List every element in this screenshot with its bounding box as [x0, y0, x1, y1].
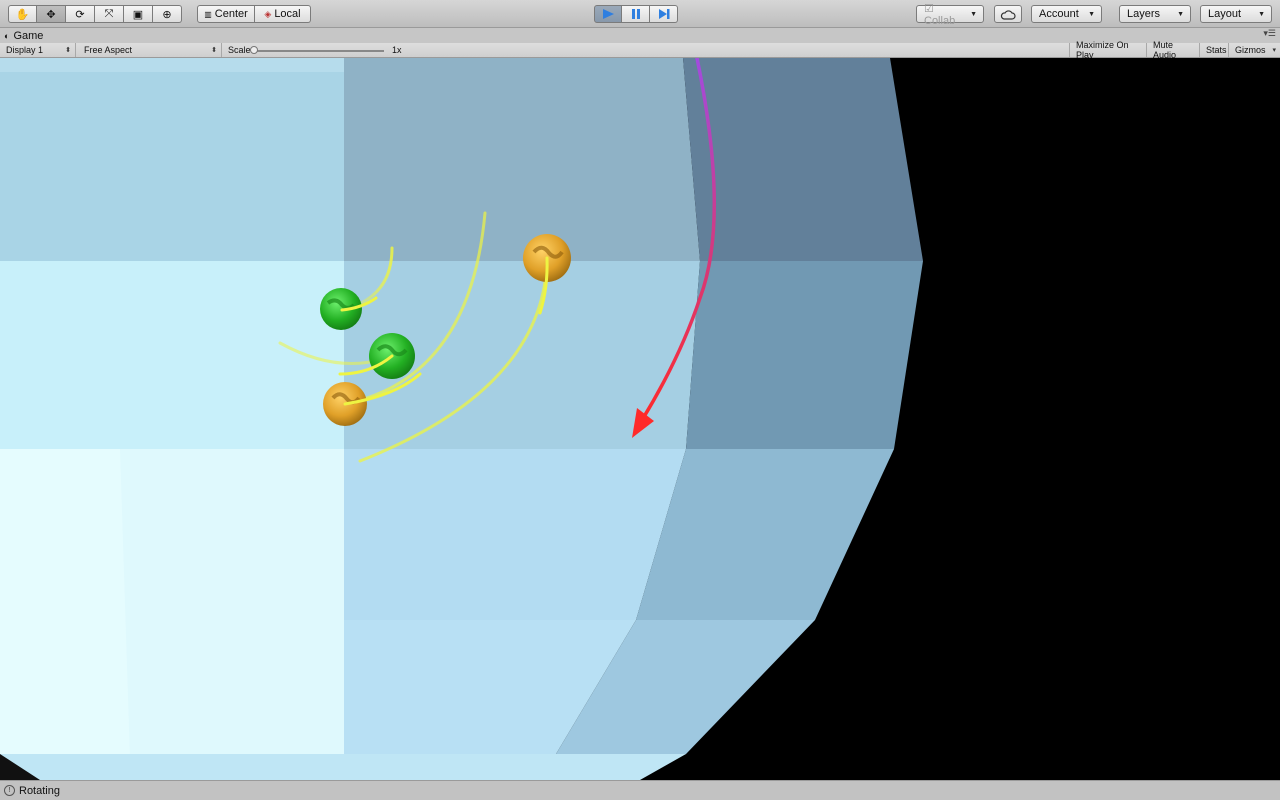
rect-tool-button[interactable]: ▣ [124, 5, 153, 23]
scene-render [0, 58, 1280, 780]
layers-label: Layers [1127, 8, 1161, 20]
panel-mid-top [344, 58, 700, 261]
tab-menu-icon[interactable]: ▾☰ [1263, 28, 1276, 39]
account-dropdown[interactable]: Account ▼ [1031, 5, 1102, 23]
chevron-down-icon: ▼ [1258, 10, 1265, 18]
collab-check-icon: ☑ [924, 2, 934, 15]
panel-left-mid [0, 261, 344, 449]
maximize-on-play-toggle[interactable]: Maximize On Play [1069, 40, 1147, 60]
scale-tool-button[interactable]: ⤧ [95, 5, 124, 23]
display-label: Display 1 [6, 45, 44, 55]
game-viewport[interactable] [0, 58, 1280, 780]
pivot-mode-label: Center [214, 8, 248, 20]
layout-label: Layout [1208, 8, 1242, 20]
transform-tool-button[interactable]: ⊕ [153, 5, 182, 23]
step-button[interactable] [650, 5, 678, 23]
account-label: Account [1039, 8, 1079, 20]
updown-arrow-icon: ⬍ [65, 47, 71, 54]
chevron-down-icon: ▼ [1088, 10, 1095, 18]
pivot-local-icon: ◈ [264, 8, 272, 19]
panel-right-mid [686, 261, 923, 449]
playback-controls [594, 5, 678, 23]
pause-button[interactable] [622, 5, 650, 23]
status-text: Rotating [19, 784, 60, 797]
pivot-center-icon: ▥ [204, 9, 212, 19]
rotate-icon: ⟳ [75, 8, 85, 21]
chevron-down-icon: ▾ [1272, 47, 1276, 54]
play-icon [603, 9, 614, 19]
layout-dropdown[interactable]: Layout ▼ [1200, 5, 1272, 23]
move-tool-button[interactable]: ✥ [37, 5, 66, 23]
panel-right-top [683, 58, 923, 261]
scale-slider-thumb[interactable] [250, 46, 258, 54]
layout-group: Layout ▼ [1200, 5, 1272, 23]
gizmos-label: Gizmos [1235, 45, 1266, 55]
mute-audio-toggle[interactable]: Mute Audio [1147, 40, 1200, 60]
aspect-dropdown[interactable]: Free Aspect ⬍ [78, 43, 222, 57]
aspect-label: Free Aspect [84, 45, 133, 55]
game-toolbar: Display 1 ⬍ Free Aspect ⬍ Scale 1x Maxim… [0, 40, 1280, 60]
chevron-down-icon: ▼ [970, 10, 977, 18]
panel-left-low-shade [0, 449, 130, 758]
hand-icon: ✋ [15, 8, 30, 21]
panel-mid-low [344, 449, 686, 620]
cloud-button[interactable] [994, 5, 1022, 23]
rect-icon: ▣ [132, 8, 144, 21]
pivot-controls: ▥ Center ◈ Local [197, 5, 311, 23]
panel-left-top-strip [0, 58, 344, 72]
layers-dropdown[interactable]: Layers ▼ [1119, 5, 1191, 23]
display-dropdown[interactable]: Display 1 ⬍ [0, 43, 76, 57]
transform-tools: ✋ ✥ ⟳ ⤧ ▣ ⊕ [8, 5, 182, 23]
stats-toggle[interactable]: Stats [1200, 43, 1229, 57]
updown-arrow-icon: ⬍ [211, 47, 217, 54]
scale-icon: ⤧ [104, 7, 114, 20]
info-icon: ! [4, 785, 15, 796]
scale-slider-track[interactable] [252, 50, 384, 52]
gizmos-dropdown[interactable]: Gizmos ▾ [1229, 43, 1280, 57]
scale-value: 1x [392, 45, 402, 55]
collab-label: Collab [924, 14, 956, 27]
rotate-tool-button[interactable]: ⟳ [66, 5, 95, 23]
transform-icon: ⊕ [162, 8, 172, 21]
stats-label: Stats [1206, 45, 1227, 55]
mute-audio-label: Mute Audio [1153, 40, 1177, 60]
game-tab-icon: ◐ [4, 31, 10, 41]
pivot-rotation-label: Local [274, 8, 301, 20]
hand-tool-button[interactable]: ✋ [8, 5, 37, 23]
status-bar: ! Rotating [0, 780, 1280, 800]
move-icon: ✥ [46, 8, 56, 21]
account-group: Account ▼ [1031, 5, 1102, 23]
scale-label: Scale [228, 45, 251, 55]
panel-bottom-strip [0, 754, 686, 780]
pivot-rotation-button[interactable]: ◈ Local [255, 5, 311, 23]
cloud-group [994, 5, 1022, 23]
play-button[interactable] [594, 5, 622, 23]
collab-group: ☑ Collab ▼ [916, 2, 984, 27]
tab-game[interactable]: ◐ Game [4, 29, 43, 43]
pivot-mode-button[interactable]: ▥ Center [197, 5, 255, 23]
tab-title: Game [13, 30, 44, 42]
step-icon [658, 9, 669, 19]
chevron-down-icon: ▼ [1177, 10, 1184, 18]
pause-icon [631, 9, 640, 19]
cloud-icon [1000, 9, 1016, 20]
layers-group: Layers ▼ [1119, 5, 1191, 23]
panel-left-top [0, 58, 344, 261]
maximize-on-play-label: Maximize On Play [1076, 40, 1129, 60]
collab-dropdown[interactable]: ☑ Collab ▼ [916, 2, 984, 27]
main-toolbar: ✋ ✥ ⟳ ⤧ ▣ ⊕ ▥ Center ◈ Local ☑ Collab ▼ [0, 0, 1280, 28]
